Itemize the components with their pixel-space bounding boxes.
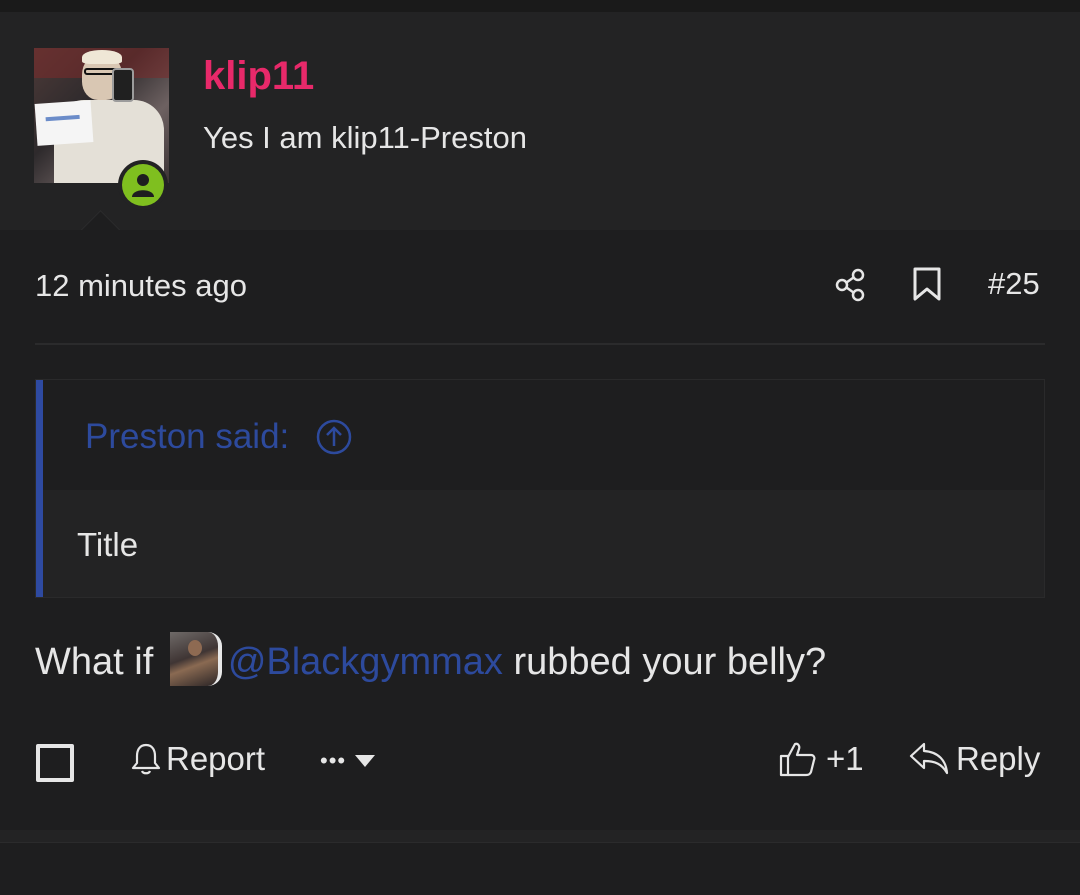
like-button[interactable]: +1: [778, 740, 864, 778]
post-body: 12 minutes ago #25 Preston said: Title W…: [0, 230, 1080, 830]
bell-icon: [131, 743, 161, 775]
message-suffix: rubbed your belly?: [513, 641, 827, 683]
mention-avatar[interactable]: [169, 632, 222, 686]
quote-text: Title: [77, 526, 139, 563]
reply-button[interactable]: Reply: [908, 740, 1040, 778]
post-actions: Report ••• +1 Reply: [0, 730, 1080, 800]
message-text: What if @Blackgymmax rubbed your belly?: [35, 632, 826, 686]
bookmark-icon[interactable]: [912, 266, 942, 302]
quote-bar: [36, 380, 43, 597]
post-number-link[interactable]: #25: [988, 266, 1040, 302]
online-status-icon: [118, 160, 168, 210]
report-label: Report: [166, 740, 266, 777]
thumbs-up-icon: [779, 742, 816, 777]
divider: [35, 343, 1045, 345]
username[interactable]: klip11: [203, 54, 314, 99]
user-title: Yes I am klip11-Preston: [203, 120, 527, 155]
caret-down-icon: [355, 755, 376, 767]
post-time[interactable]: 12 minutes ago: [35, 268, 247, 304]
user-block: klip11 Yes I am klip11-Preston: [0, 12, 1080, 240]
user-mention-link[interactable]: @Blackgymmax: [228, 641, 503, 683]
share-icon[interactable]: [834, 268, 866, 302]
more-label: •••: [320, 748, 347, 773]
like-count: +1: [826, 740, 864, 777]
quote-header[interactable]: Preston said:: [43, 380, 1044, 490]
quote-body: Title: [43, 490, 1044, 597]
quote-author[interactable]: Preston said:: [85, 417, 289, 457]
reply-arrow-icon: [909, 742, 949, 775]
more-options-button[interactable]: •••: [320, 748, 376, 774]
arrow-up-circle-icon[interactable]: [315, 418, 353, 456]
select-checkbox[interactable]: [36, 744, 74, 782]
quote-block: Preston said: Title: [35, 379, 1045, 598]
reply-label: Reply: [956, 740, 1041, 777]
message-prefix: What if: [35, 641, 154, 683]
report-button[interactable]: Report: [130, 740, 265, 778]
top-edge: [0, 0, 1080, 12]
bottom-area: [0, 843, 1080, 895]
